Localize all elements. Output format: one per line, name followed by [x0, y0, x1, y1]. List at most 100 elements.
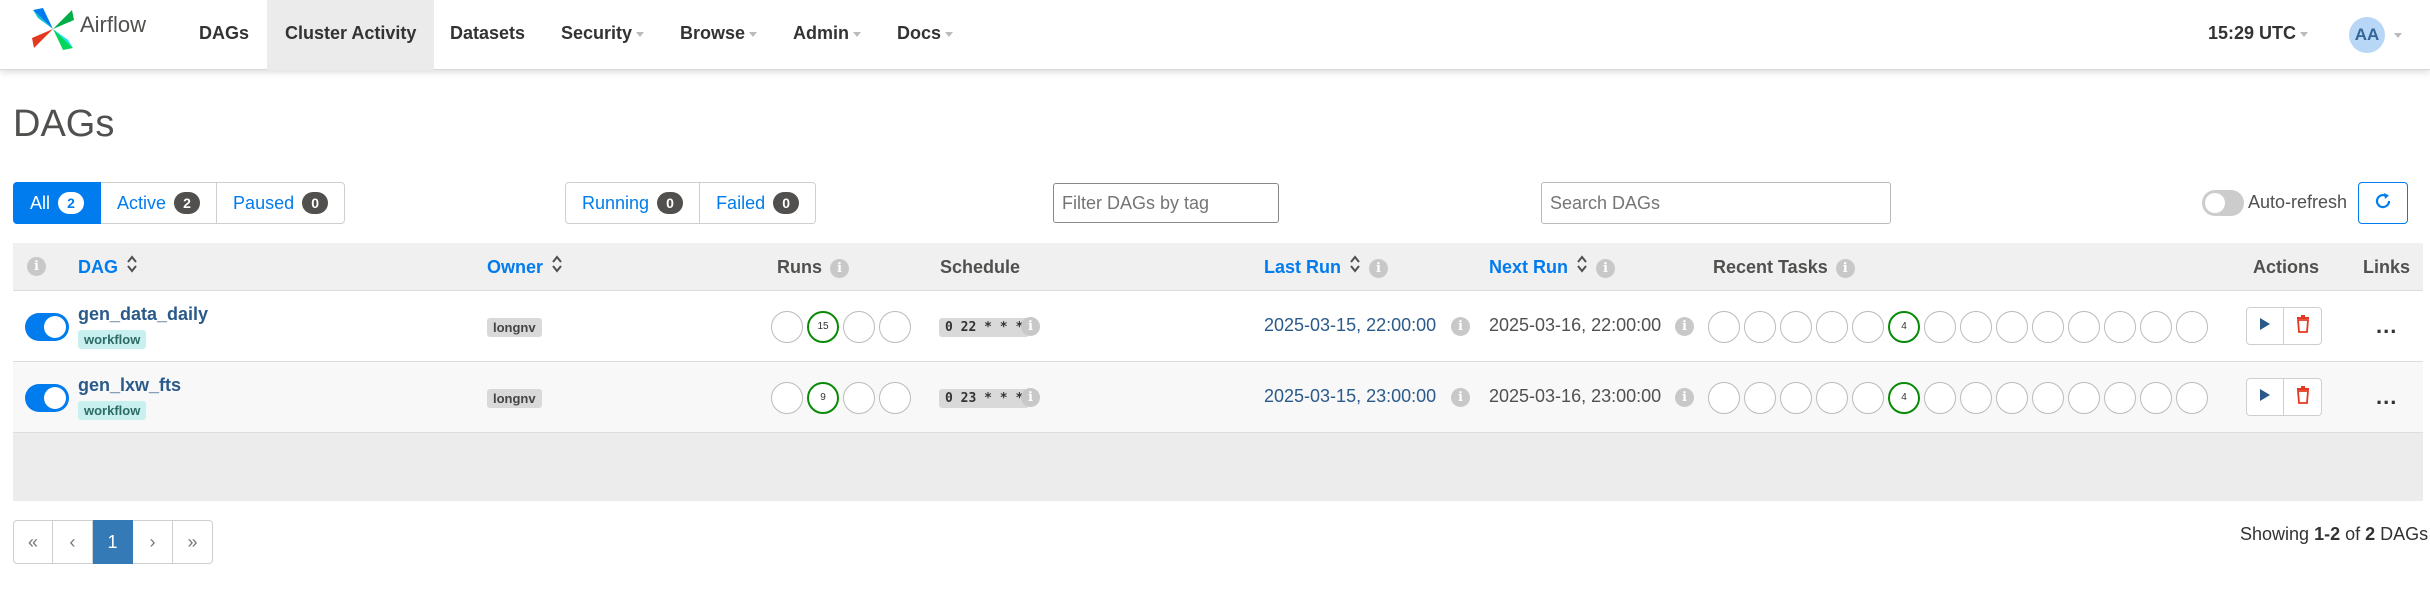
- task-state-circle[interactable]: [1852, 311, 1884, 343]
- task-state-circle[interactable]: [1852, 382, 1884, 414]
- info-icon[interactable]: i: [830, 258, 849, 278]
- task-state-circle[interactable]: [1924, 311, 1956, 343]
- page-last-button[interactable]: »: [173, 520, 213, 564]
- task-state-circle[interactable]: [1816, 382, 1848, 414]
- nav-docs-menu[interactable]: Docs: [879, 0, 971, 70]
- task-state-circle[interactable]: [1924, 382, 1956, 414]
- dag-id-link[interactable]: gen_lxw_fts: [78, 375, 181, 396]
- info-icon[interactable]: i: [1675, 388, 1694, 407]
- page-next-button[interactable]: ›: [133, 520, 173, 564]
- last-run-link[interactable]: 2025-03-15, 22:00:00: [1264, 315, 1436, 336]
- task-state-circle[interactable]: [2032, 382, 2064, 414]
- task-state-circle[interactable]: 4: [1888, 382, 1920, 414]
- trigger-dag-button[interactable]: [2246, 307, 2284, 345]
- task-state-circle[interactable]: [1780, 382, 1812, 414]
- filter-paused-button[interactable]: Paused 0: [217, 182, 346, 224]
- nav-cluster-activity[interactable]: Cluster Activity: [267, 0, 435, 70]
- col-dag-header[interactable]: DAG: [78, 243, 138, 291]
- filter-failed-button[interactable]: Failed 0: [700, 182, 817, 224]
- task-state-circle[interactable]: [2104, 311, 2136, 343]
- run-state-circle[interactable]: 15: [807, 311, 839, 343]
- run-state-circle[interactable]: [843, 311, 875, 343]
- tag-filter-input[interactable]: [1053, 183, 1279, 223]
- task-state-circle[interactable]: [2176, 311, 2208, 343]
- sort-icon[interactable]: [126, 244, 138, 292]
- run-state-circle[interactable]: [843, 382, 875, 414]
- task-state-circle[interactable]: [1816, 311, 1848, 343]
- airflow-brand[interactable]: Airflow: [30, 6, 146, 57]
- info-icon[interactable]: i: [1835, 258, 1855, 278]
- info-icon[interactable]: i: [1021, 388, 1040, 407]
- links-more-icon[interactable]: ...: [2376, 313, 2397, 339]
- dag-pause-toggle[interactable]: [25, 313, 69, 341]
- refresh-button[interactable]: [2358, 182, 2408, 224]
- trigger-dag-button[interactable]: [2246, 378, 2284, 416]
- task-state-circle[interactable]: [2068, 382, 2100, 414]
- col-runs-label: Runs: [777, 257, 822, 277]
- col-last-run-header[interactable]: Last Run i: [1264, 243, 1389, 292]
- auto-refresh-toggle[interactable]: [2202, 190, 2244, 216]
- dag-id-link[interactable]: gen_data_daily: [78, 304, 208, 325]
- sort-icon[interactable]: [1349, 244, 1361, 292]
- delete-dag-button[interactable]: [2284, 378, 2322, 416]
- task-state-circle[interactable]: [2032, 311, 2064, 343]
- run-state-circle[interactable]: [879, 311, 911, 343]
- task-state-circle[interactable]: [1780, 311, 1812, 343]
- info-icon[interactable]: i: [1021, 317, 1040, 336]
- task-state-circle[interactable]: [1996, 311, 2028, 343]
- task-state-circle[interactable]: [1744, 382, 1776, 414]
- filter-active-button[interactable]: Active 2: [101, 182, 218, 224]
- nav-datasets[interactable]: Datasets: [432, 0, 543, 70]
- page-current-button[interactable]: 1: [93, 520, 133, 564]
- task-state-circle[interactable]: [2140, 382, 2172, 414]
- col-next-run-header[interactable]: Next Run i: [1489, 243, 1616, 292]
- nav-dags[interactable]: DAGs: [181, 0, 267, 70]
- task-state-circle[interactable]: [2104, 382, 2136, 414]
- run-state-circle[interactable]: [879, 382, 911, 414]
- sort-icon[interactable]: [551, 244, 563, 292]
- col-owner-header[interactable]: Owner: [487, 243, 563, 291]
- dag-tag[interactable]: workflow: [78, 330, 147, 349]
- nav-admin-label: Admin: [793, 23, 849, 43]
- dag-tag[interactable]: workflow: [78, 401, 147, 420]
- page-prev-button[interactable]: ‹: [53, 520, 93, 564]
- task-state-circle[interactable]: [1996, 382, 2028, 414]
- run-state-circle[interactable]: [771, 382, 803, 414]
- filter-all-button[interactable]: All 2: [13, 182, 102, 224]
- play-icon: [2259, 388, 2271, 407]
- task-state-circle[interactable]: [2176, 382, 2208, 414]
- run-state-circle[interactable]: [771, 311, 803, 343]
- chevron-down-icon[interactable]: [2394, 33, 2402, 38]
- nav-security-menu[interactable]: Security: [543, 0, 662, 70]
- dag-pause-toggle[interactable]: [25, 384, 69, 412]
- info-icon[interactable]: i: [27, 257, 46, 276]
- filter-running-button[interactable]: Running 0: [565, 182, 701, 224]
- task-state-circle[interactable]: 4: [1888, 311, 1920, 343]
- task-state-circle[interactable]: [2068, 311, 2100, 343]
- task-state-circle[interactable]: [1708, 311, 1740, 343]
- info-icon[interactable]: i: [1451, 317, 1470, 336]
- task-state-circle[interactable]: [1744, 311, 1776, 343]
- timezone-menu[interactable]: 15:29 UTC: [2208, 0, 2309, 66]
- dag-owner[interactable]: longnv: [487, 318, 542, 337]
- info-icon[interactable]: i: [1451, 388, 1470, 407]
- user-avatar[interactable]: AA: [2349, 17, 2385, 53]
- sort-icon[interactable]: [1576, 244, 1588, 292]
- nav-admin-menu[interactable]: Admin: [775, 0, 879, 70]
- page-first-button[interactable]: «: [13, 520, 53, 564]
- task-state-circle[interactable]: [1708, 382, 1740, 414]
- task-state-circle[interactable]: [2140, 311, 2172, 343]
- dag-owner[interactable]: longnv: [487, 389, 542, 408]
- run-state-circle[interactable]: 9: [807, 382, 839, 414]
- last-run-link[interactable]: 2025-03-15, 23:00:00: [1264, 386, 1436, 407]
- current-time: 15:29 UTC: [2208, 23, 2297, 43]
- delete-dag-button[interactable]: [2284, 307, 2322, 345]
- info-icon[interactable]: i: [1596, 258, 1616, 278]
- task-state-circle[interactable]: [1960, 382, 1992, 414]
- info-icon[interactable]: i: [1369, 258, 1389, 278]
- task-state-circle[interactable]: [1960, 311, 1992, 343]
- info-icon[interactable]: i: [1675, 317, 1694, 336]
- links-more-icon[interactable]: ...: [2376, 384, 2397, 410]
- search-dags-input[interactable]: [1541, 182, 1891, 224]
- nav-browse-menu[interactable]: Browse: [662, 0, 775, 70]
